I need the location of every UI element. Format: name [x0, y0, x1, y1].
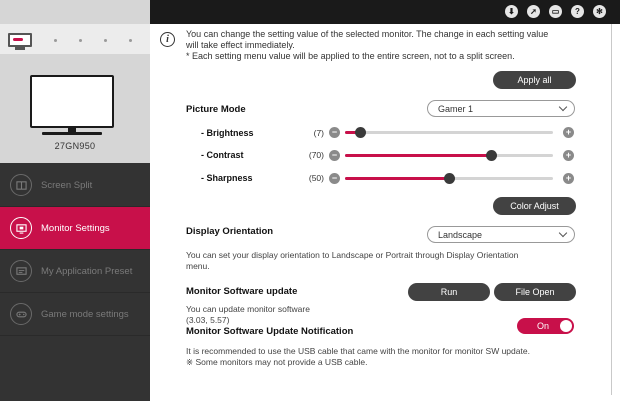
- slider-thumb[interactable]: [354, 127, 366, 138]
- sharpness-slider[interactable]: [345, 173, 553, 184]
- sidebar-item-label: My Application Preset: [41, 265, 133, 277]
- display-orientation-value: Landscape: [438, 229, 483, 240]
- page-dot[interactable]: [129, 39, 132, 42]
- software-notification-label: Monitor Software Update Notification: [186, 326, 354, 337]
- toggle-knob: [560, 320, 572, 332]
- sidebar: 27GN950 Screen Split Monitor Settings My…: [0, 0, 150, 401]
- gamepad-icon: [10, 303, 32, 325]
- chevron-down-icon: [558, 228, 568, 238]
- sharpness-increase-button[interactable]: +: [563, 173, 574, 184]
- software-update-description: You can update monitor software (3.03, 5…: [186, 304, 310, 325]
- sidebar-item-application-preset[interactable]: My Application Preset: [0, 250, 150, 293]
- sharpness-value: (50): [308, 173, 324, 183]
- monitor-settings-icon: [10, 217, 32, 239]
- sharpness-label: - Sharpness: [201, 173, 253, 183]
- slider-thumb[interactable]: [444, 173, 455, 184]
- picture-mode-label: Picture Mode: [186, 104, 246, 115]
- display-orientation-select[interactable]: Landscape: [427, 226, 575, 243]
- monitor-icon[interactable]: ▭: [549, 5, 562, 18]
- page-dot[interactable]: [54, 39, 57, 42]
- settings-icon[interactable]: ✻: [593, 5, 606, 18]
- file-open-button[interactable]: File Open: [494, 283, 576, 301]
- contrast-label: - Contrast: [201, 150, 244, 160]
- app-logo-stand: [15, 47, 25, 50]
- contrast-value: (70): [308, 150, 324, 160]
- info-message: You can change the setting value of the …: [186, 29, 549, 61]
- toggle-label: On: [537, 321, 550, 331]
- sidebar-item-game-mode[interactable]: Game mode settings: [0, 293, 150, 336]
- brightness-value: (7): [313, 128, 324, 138]
- apply-all-button[interactable]: Apply all: [493, 71, 576, 89]
- application-preset-icon: [10, 260, 32, 282]
- help-icon[interactable]: ?: [571, 5, 584, 18]
- slider-thumb[interactable]: [485, 150, 497, 161]
- title-bar: ⬇ ➚ ▭ ? ✻: [150, 0, 620, 24]
- download-icon[interactable]: ⬇: [505, 5, 518, 18]
- sidebar-item-label: Screen Split: [41, 179, 93, 191]
- brightness-decrease-button[interactable]: −: [329, 127, 340, 138]
- usb-cable-note: It is recommended to use the USB cable t…: [186, 346, 530, 367]
- monitor-model-name: 27GN950: [54, 141, 96, 151]
- brightness-slider[interactable]: [345, 127, 553, 138]
- picture-mode-select[interactable]: Gamer 1: [427, 100, 575, 117]
- color-adjust-button[interactable]: Color Adjust: [493, 197, 576, 215]
- sidebar-item-monitor-settings[interactable]: Monitor Settings: [0, 207, 150, 250]
- picture-mode-value: Gamer 1: [438, 103, 474, 114]
- contrast-decrease-button[interactable]: −: [329, 150, 340, 161]
- sidebar-item-label: Game mode settings: [41, 308, 129, 320]
- brightness-increase-button[interactable]: +: [563, 127, 574, 138]
- sidebar-item-label: Monitor Settings: [41, 222, 110, 234]
- contrast-increase-button[interactable]: +: [563, 150, 574, 161]
- display-orientation-description: You can set your display orientation to …: [186, 250, 519, 271]
- notification-toggle[interactable]: On: [517, 318, 574, 334]
- page-dot[interactable]: [79, 39, 82, 42]
- brightness-label: - Brightness: [201, 128, 254, 138]
- software-update-label: Monitor Software update: [186, 286, 298, 297]
- page-dot[interactable]: [104, 39, 107, 42]
- monitor-image: [30, 75, 114, 128]
- display-orientation-label: Display Orientation: [186, 226, 274, 237]
- cursor-icon[interactable]: ➚: [527, 5, 540, 18]
- chevron-down-icon: [558, 102, 568, 112]
- scrollbar[interactable]: [611, 24, 612, 395]
- monitor-base: [42, 132, 102, 135]
- contrast-slider[interactable]: [345, 150, 553, 161]
- info-icon: i: [160, 32, 175, 47]
- run-button[interactable]: Run: [408, 283, 490, 301]
- sidebar-item-screen-split[interactable]: Screen Split: [0, 164, 150, 207]
- screen-split-icon: [10, 174, 32, 196]
- sharpness-decrease-button[interactable]: −: [329, 173, 340, 184]
- app-logo-icon: [8, 33, 32, 47]
